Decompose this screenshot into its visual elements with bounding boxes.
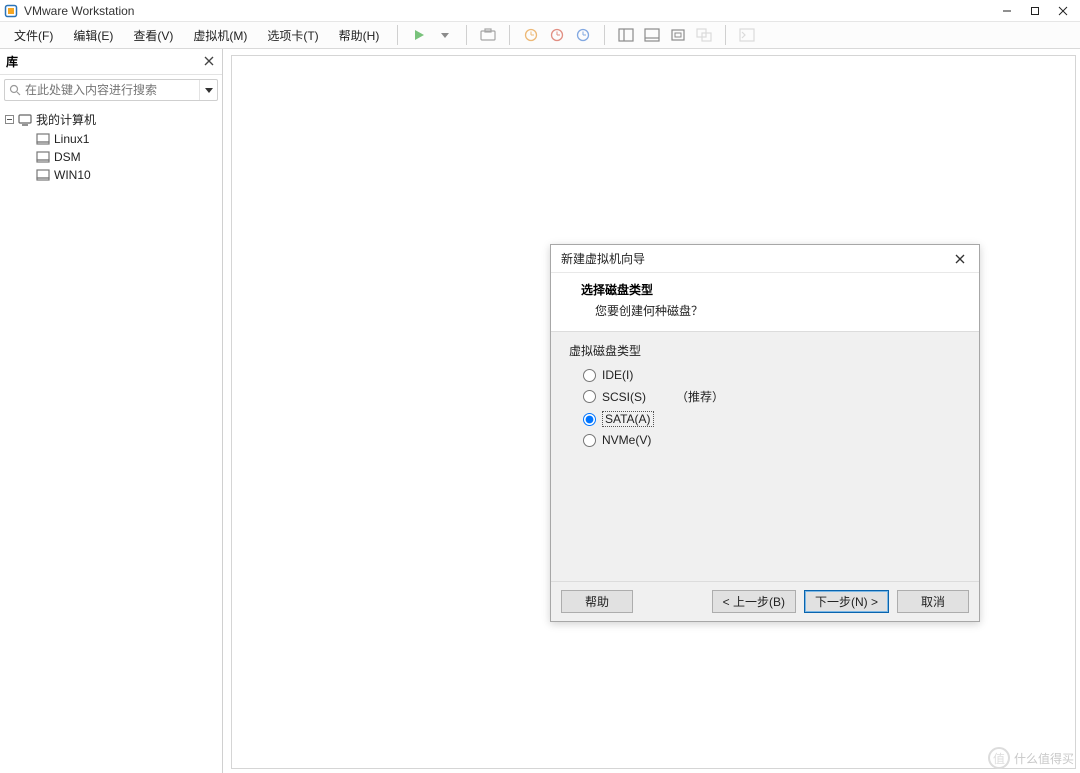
main-body: 库 我的计算机 Linux1 — [0, 49, 1080, 773]
console-icon[interactable] — [736, 24, 758, 46]
close-button[interactable] — [1056, 4, 1070, 18]
tree-label: DSM — [54, 150, 81, 164]
menu-help[interactable]: 帮助(H) — [331, 24, 388, 47]
menu-file[interactable]: 文件(F) — [6, 24, 61, 47]
minimize-button[interactable] — [1000, 4, 1014, 18]
tree-root-my-computer[interactable]: 我的计算机 — [2, 109, 220, 130]
disk-type-group: 虚拟磁盘类型 IDE(I) SCSI(S) （推荐） SATA(A) — [563, 342, 967, 466]
vm-icon — [36, 150, 50, 164]
menu-bar: 文件(F) 编辑(E) 查看(V) 虚拟机(M) 选项卡(T) 帮助(H) — [0, 22, 1080, 49]
dialog-header: 选择磁盘类型 您要创建何种磁盘？ — [551, 273, 979, 332]
tree-item-linux1[interactable]: Linux1 — [2, 130, 220, 148]
menu-vm[interactable]: 虚拟机(M) — [185, 24, 255, 47]
snapshot-icon[interactable] — [477, 24, 499, 46]
dialog-subheading: 您要创建何种磁盘？ — [581, 302, 963, 319]
clock-blue-icon[interactable] — [572, 24, 594, 46]
library-close-icon[interactable] — [202, 55, 216, 69]
maximize-button[interactable] — [1028, 4, 1042, 18]
tree-label: Linux1 — [54, 132, 89, 146]
layout-single-icon[interactable] — [641, 24, 663, 46]
tree-item-dsm[interactable]: DSM — [2, 148, 220, 166]
radio-scsi-input[interactable] — [583, 390, 596, 403]
back-button[interactable]: < 上一步(B) — [712, 590, 796, 613]
toolbar-separator — [397, 25, 398, 45]
sidebar: 库 我的计算机 Linux1 — [0, 49, 223, 773]
radio-nvme-label: NVMe(V) — [602, 433, 651, 447]
menu-view[interactable]: 查看(V) — [125, 24, 181, 47]
new-vm-wizard-dialog: 新建虚拟机向导 选择磁盘类型 您要创建何种磁盘？ 虚拟磁盘类型 IDE(I) — [550, 244, 980, 622]
computer-icon — [18, 113, 32, 127]
vm-icon — [36, 132, 50, 146]
vm-icon — [36, 168, 50, 182]
unity-icon[interactable] — [693, 24, 715, 46]
radio-nvme-input[interactable] — [583, 434, 596, 447]
tree-label: WIN10 — [54, 168, 91, 182]
radio-nvme[interactable]: NVMe(V) — [569, 430, 961, 450]
radio-sata[interactable]: SATA(A) — [569, 408, 961, 430]
clock-red-icon[interactable] — [546, 24, 568, 46]
dialog-body: 虚拟磁盘类型 IDE(I) SCSI(S) （推荐） SATA(A) — [551, 332, 979, 476]
clock-orange-icon[interactable] — [520, 24, 542, 46]
layout-split-icon[interactable] — [615, 24, 637, 46]
search-icon — [5, 84, 25, 96]
search-input[interactable] — [25, 83, 199, 97]
app-icon — [4, 4, 18, 18]
dialog-close-icon[interactable] — [951, 250, 969, 268]
cancel-button[interactable]: 取消 — [897, 590, 969, 613]
radio-scsi-label: SCSI(S) — [602, 390, 646, 404]
library-title: 库 — [6, 53, 202, 70]
tree-item-win10[interactable]: WIN10 — [2, 166, 220, 184]
search-dropdown-icon[interactable] — [199, 80, 217, 100]
radio-ide-label: IDE(I) — [602, 368, 633, 382]
fullscreen-icon[interactable] — [667, 24, 689, 46]
group-legend: 虚拟磁盘类型 — [569, 342, 961, 359]
window-title: VMware Workstation — [24, 4, 134, 18]
radio-sata-label: SATA(A) — [602, 411, 654, 427]
library-tree: 我的计算机 Linux1 DSM WIN10 — [0, 105, 222, 773]
radio-ide-input[interactable] — [583, 369, 596, 382]
dialog-heading: 选择磁盘类型 — [581, 281, 963, 298]
window-controls — [1000, 4, 1076, 18]
dialog-title: 新建虚拟机向导 — [561, 250, 951, 267]
next-button[interactable]: 下一步(N) > — [804, 590, 889, 613]
menu-edit[interactable]: 编辑(E) — [65, 24, 121, 47]
play-dropdown[interactable] — [434, 24, 456, 46]
help-button[interactable]: 帮助 — [561, 590, 633, 613]
radio-scsi[interactable]: SCSI(S) （推荐） — [569, 385, 961, 408]
content-area: 新建虚拟机向导 选择磁盘类型 您要创建何种磁盘？ 虚拟磁盘类型 IDE(I) — [223, 49, 1080, 773]
library-header: 库 — [0, 49, 222, 75]
toolbar-separator — [604, 25, 605, 45]
radio-ide[interactable]: IDE(I) — [569, 365, 961, 385]
toolbar-separator — [509, 25, 510, 45]
library-search — [4, 79, 218, 101]
menu-tabs[interactable]: 选项卡(T) — [259, 24, 326, 47]
collapse-icon[interactable] — [4, 115, 14, 125]
dialog-footer: 帮助 < 上一步(B) 下一步(N) > 取消 — [551, 581, 979, 621]
tree-label: 我的计算机 — [36, 111, 96, 128]
toolbar-separator — [725, 25, 726, 45]
title-bar: VMware Workstation — [0, 0, 1080, 22]
radio-sata-input[interactable] — [583, 413, 596, 426]
dialog-title-bar: 新建虚拟机向导 — [551, 245, 979, 273]
radio-scsi-extra: （推荐） — [676, 388, 724, 405]
play-button[interactable] — [408, 24, 430, 46]
toolbar-separator — [466, 25, 467, 45]
